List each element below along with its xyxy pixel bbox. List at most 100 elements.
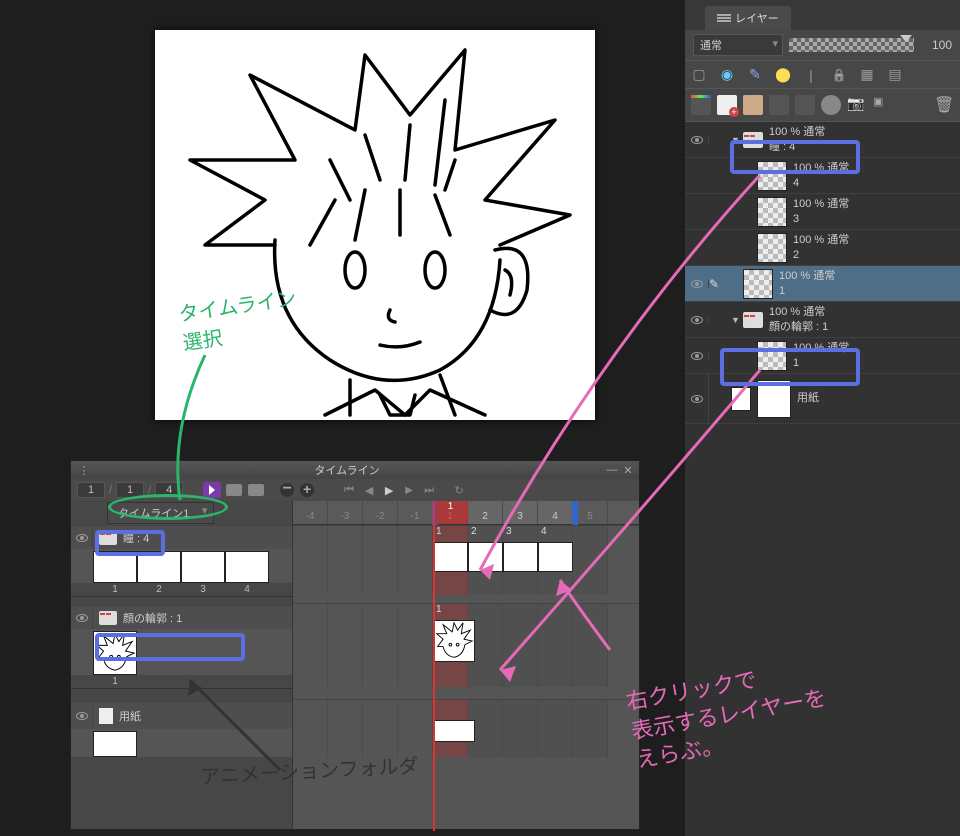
minimize-icon[interactable]: — — [605, 463, 619, 477]
track-cel[interactable] — [433, 542, 468, 572]
folder-icon — [743, 312, 763, 328]
blend-mode-select[interactable]: 通常 — [693, 34, 783, 56]
timeline-area[interactable]: -4 -3 -2 -1 1 2 3 4 5 1 — [293, 501, 639, 829]
cel-thumb[interactable] — [225, 551, 269, 583]
layer-thumb — [757, 233, 787, 263]
prev-frame-icon[interactable] — [361, 482, 377, 498]
clip-icon[interactable]: ▢ — [691, 67, 707, 83]
layer-paper[interactable]: 用紙 — [685, 374, 960, 424]
track-name: 顔の輪郭 : 1 — [123, 610, 182, 626]
layers-icon — [717, 11, 731, 25]
track-cel[interactable] — [468, 542, 503, 572]
lock-line-icon[interactable]: ▤ — [887, 67, 903, 83]
layer-up-icon[interactable]: ▣ — [873, 95, 893, 115]
layer-thumb — [757, 341, 787, 371]
new-layer-icon[interactable] — [717, 95, 737, 115]
track-cel[interactable] — [503, 542, 538, 572]
layer-eye-1[interactable]: 100 % 通常1 — [685, 266, 960, 302]
fold-icon[interactable]: ▼ — [731, 315, 743, 325]
track-header-paper[interactable]: 用紙 — [71, 701, 292, 729]
divider: | — [803, 67, 819, 83]
loop-icon[interactable] — [451, 482, 467, 498]
palette-icon[interactable] — [691, 95, 711, 115]
range-end-marker[interactable] — [572, 501, 578, 525]
layer-eye-4[interactable]: 100 % 通常4 — [685, 158, 960, 194]
layer-toolbar-2: ▣ — [685, 88, 960, 122]
mask-icon[interactable] — [821, 95, 841, 115]
cel-thumb[interactable] — [181, 551, 225, 583]
zoom-in-icon[interactable] — [299, 482, 315, 498]
track-cel-face[interactable] — [433, 620, 475, 662]
cel-thumb[interactable] — [137, 551, 181, 583]
camera-icon[interactable] — [847, 95, 867, 115]
layer-toolbar-1: ▢ ◉ ✎ ⬤ | ▦ ▤ — [685, 60, 960, 88]
active-draw-icon — [709, 277, 723, 291]
layer-eye-3[interactable]: 100 % 通常3 — [685, 194, 960, 230]
transfer-icon[interactable] — [769, 95, 789, 115]
lock-icon[interactable] — [831, 67, 847, 83]
draft-icon[interactable]: ✎ — [747, 67, 763, 83]
cel-thumb[interactable] — [93, 551, 137, 583]
trash-icon[interactable] — [934, 95, 954, 115]
layer-thumb — [757, 161, 787, 191]
layer-folder-eyes[interactable]: ▼ 100 % 通常 瞳 : 4 — [685, 122, 960, 158]
track-name: 用紙 — [119, 708, 141, 724]
visibility-icon — [76, 534, 88, 542]
folder-icon — [99, 531, 117, 545]
track-header-eyes[interactable]: 瞳 : 4 — [71, 525, 292, 549]
opacity-value: 100 — [920, 38, 952, 52]
track-name: 瞳 : 4 — [123, 530, 149, 546]
record-icon[interactable] — [203, 482, 221, 498]
paper-thumb-large — [757, 380, 791, 418]
folder-icon — [99, 611, 117, 625]
layer-thumb — [743, 269, 773, 299]
play-icon[interactable] — [381, 482, 397, 498]
visibility-icon[interactable] — [691, 395, 703, 403]
visibility-icon[interactable] — [691, 280, 703, 288]
playhead[interactable]: 1 — [433, 501, 468, 524]
highlight-icon[interactable]: ⬤ — [775, 67, 791, 83]
next-frame-icon[interactable] — [401, 482, 417, 498]
cel-strip-paper — [71, 729, 292, 757]
first-frame-icon[interactable] — [341, 482, 357, 498]
paper-icon — [99, 708, 113, 724]
cel-thumb[interactable] — [93, 731, 137, 757]
merge-icon[interactable] — [795, 95, 815, 115]
drawing-canvas[interactable] — [155, 30, 595, 420]
frame-input-c[interactable]: 4 — [155, 482, 183, 498]
timeline-select[interactable]: タイムライン1 — [107, 502, 214, 524]
timeline-panel: ⋮ タイムライン — ✕ 1 / 1 / 4 タイムライン1 — [70, 460, 640, 830]
visibility-icon[interactable] — [691, 316, 703, 324]
panel-grab-icon[interactable]: ⋮ — [77, 463, 91, 477]
visibility-icon — [76, 712, 88, 720]
track-cel[interactable] — [433, 720, 475, 742]
new-folder-icon[interactable] — [743, 95, 763, 115]
fold-icon[interactable]: ▼ — [731, 135, 743, 145]
ref-icon[interactable]: ◉ — [719, 67, 735, 83]
frame-input-b[interactable]: 1 — [116, 482, 144, 498]
layer-folder-face[interactable]: ▼ 100 % 通常 顔の輪郭 : 1 — [685, 302, 960, 338]
last-frame-icon[interactable] — [421, 482, 437, 498]
visibility-icon — [76, 614, 88, 622]
visibility-icon[interactable] — [691, 136, 703, 144]
cel-thumb-face[interactable] — [93, 631, 137, 675]
layer-list: ▼ 100 % 通常 瞳 : 4 100 % 通常4 100 % 通常3 100… — [685, 122, 960, 836]
onion-icon[interactable] — [226, 484, 242, 496]
timeline-ruler[interactable]: -4 -3 -2 -1 1 2 3 4 5 1 — [293, 501, 639, 525]
layer-eye-2[interactable]: 100 % 通常2 — [685, 230, 960, 266]
frame-input-a[interactable]: 1 — [77, 482, 105, 498]
onion-icon-2[interactable] — [248, 484, 264, 496]
close-icon[interactable]: ✕ — [621, 463, 635, 477]
layer-tab-label: レイヤー — [735, 10, 779, 26]
layer-panel-tab[interactable]: レイヤー — [705, 6, 791, 30]
opacity-slider[interactable] — [789, 38, 914, 52]
zoom-out-icon[interactable] — [279, 482, 295, 498]
layer-face-1[interactable]: 100 % 通常1 — [685, 338, 960, 374]
lock-alpha-icon[interactable]: ▦ — [859, 67, 875, 83]
paper-thumb — [731, 387, 751, 411]
visibility-icon[interactable] — [691, 352, 703, 360]
track-header-face[interactable]: 顔の輪郭 : 1 — [71, 605, 292, 629]
cel-strip-eyes — [71, 549, 292, 583]
track-cel[interactable] — [538, 542, 573, 572]
layer-thumb — [757, 197, 787, 227]
